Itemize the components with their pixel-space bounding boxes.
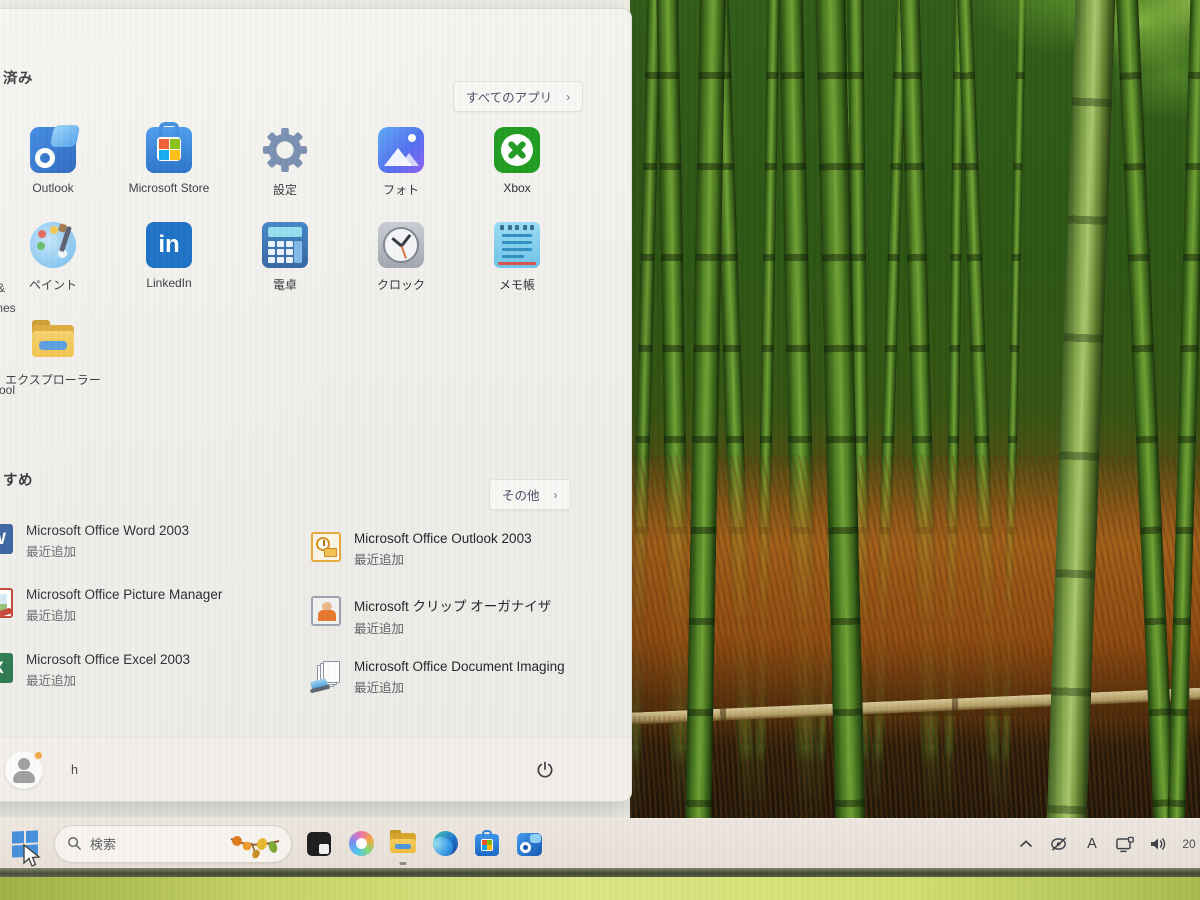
pinned-app-paint[interactable]: ペイント [0, 222, 108, 293]
clipped-app-label-fragment: Tool [0, 383, 16, 397]
paint-palette-icon [30, 222, 76, 268]
clipped-app-label-fragment: mes [0, 301, 16, 315]
volume-icon[interactable] [1145, 829, 1171, 859]
pinned-app-xbox[interactable]: Xbox [462, 127, 572, 198]
document-imaging-icon [309, 660, 341, 694]
search-icon [68, 837, 81, 850]
taskbar: 検索 A 20 [0, 818, 1200, 868]
power-icon [537, 761, 553, 778]
pinned-app-settings[interactable]: 設定 [230, 127, 340, 198]
taskbar-file-explorer-button[interactable] [388, 829, 418, 865]
recommended-item-clip-organizer[interactable]: Microsoft クリップ オーガナイザ 最近追加 [311, 595, 551, 637]
user-avatar[interactable] [5, 749, 44, 789]
clipped-app-label-fragment: & [0, 281, 5, 295]
pinned-app-outlook[interactable]: Outlook [0, 125, 108, 198]
clock[interactable]: 20 [1178, 829, 1200, 859]
task-view-icon [307, 831, 331, 856]
outlook-icon [516, 833, 542, 856]
pinned-app-microsoft-store[interactable]: Microsoft Store [114, 122, 224, 198]
picture-manager-icon [0, 588, 13, 623]
user-name: h [71, 762, 78, 777]
pinned-apps-grid: Outlook Microsoft Store 設定 フォト Xbox ペイント… [0, 122, 579, 388]
pinned-section-header: 済み [3, 71, 33, 87]
recommended-item-picture-manager[interactable]: Microsoft Office Picture Manager 最近追加 [0, 587, 222, 624]
all-apps-label: すべてのアプリ [466, 91, 553, 105]
word-2003-icon: W [0, 524, 13, 554]
pinned-app-file-explorer[interactable]: エクスプローラー [0, 317, 108, 388]
microsoft-store-icon [146, 122, 192, 173]
pinned-app-calculator[interactable]: 電卓 [230, 222, 340, 293]
monitor-edge [0, 868, 1200, 877]
hidden-icons-chevron[interactable] [1013, 829, 1039, 859]
taskbar-microsoft-store-button[interactable] [472, 829, 502, 859]
file-explorer-folder-icon [390, 829, 416, 855]
pinned-app-notepad[interactable]: メモ帳 [462, 222, 572, 293]
taskbar-edge-button[interactable] [430, 829, 460, 859]
file-explorer-folder-icon [30, 317, 76, 363]
linkedin-icon: in [146, 222, 192, 268]
start-button[interactable] [8, 827, 42, 867]
all-apps-button[interactable]: すべてのアプリ › [453, 81, 584, 112]
power-button[interactable] [531, 756, 559, 784]
running-app-indicator [399, 861, 407, 865]
taskbar-copilot-button[interactable] [346, 829, 376, 859]
recommended-item-outlook-2003[interactable]: Microsoft Office Outlook 2003 最近追加 [311, 531, 532, 568]
outlook-2003-icon [311, 532, 341, 562]
chevron-right-icon: › [566, 89, 571, 104]
mouse-cursor [23, 843, 41, 867]
recommended-section-header: すめ [3, 473, 33, 489]
more-label: その他 [502, 489, 540, 503]
pinned-app-photos[interactable]: フォト [346, 127, 456, 198]
recommended-item-document-imaging[interactable]: Microsoft Office Document Imaging 最近追加 [309, 659, 565, 696]
system-tray: A 20 [1013, 819, 1200, 869]
calculator-icon [262, 222, 308, 268]
notepad-icon [494, 222, 540, 268]
microsoft-store-icon [475, 830, 499, 856]
taskbar-outlook-button[interactable] [514, 829, 544, 859]
settings-gear-icon [262, 127, 308, 173]
photographed-monitor-screen: 済み すべてのアプリ › Outlook Microsoft Store 設定 … [0, 0, 1200, 900]
search-seasonal-illustration [229, 829, 283, 859]
pinned-app-clock[interactable]: クロック [346, 222, 456, 293]
xbox-icon [494, 127, 540, 173]
desktop-wallpaper-bamboo [630, 0, 1200, 877]
taskbar-search-box[interactable]: 検索 [54, 824, 292, 863]
recommended-item-excel-2003[interactable]: X Microsoft Office Excel 2003 最近追加 [0, 652, 190, 689]
taskbar-task-view-button[interactable] [304, 829, 334, 859]
edge-browser-icon [432, 831, 458, 856]
start-menu-panel: 済み すべてのアプリ › Outlook Microsoft Store 設定 … [0, 8, 632, 802]
chevron-right-icon: › [553, 487, 558, 502]
search-label: 検索 [90, 837, 117, 852]
ime-mode-indicator[interactable]: A [1079, 829, 1105, 859]
do-not-disturb-icon[interactable] [1046, 829, 1072, 859]
copilot-icon [348, 831, 374, 856]
outlook-icon [30, 125, 81, 173]
clock-icon [378, 222, 424, 268]
notification-dot [33, 749, 44, 761]
recommended-item-word-2003[interactable]: W Microsoft Office Word 2003 最近追加 [0, 523, 189, 560]
pinned-app-linkedin[interactable]: in LinkedIn [114, 222, 224, 293]
monitor-bezel-strip [0, 877, 1200, 900]
excel-2003-icon: X [0, 653, 13, 683]
clip-organizer-icon [311, 596, 341, 626]
photos-icon [378, 127, 424, 173]
more-button[interactable]: その他 › [489, 479, 571, 510]
network-icon[interactable] [1112, 829, 1138, 859]
start-menu-user-bar: h [0, 737, 631, 801]
